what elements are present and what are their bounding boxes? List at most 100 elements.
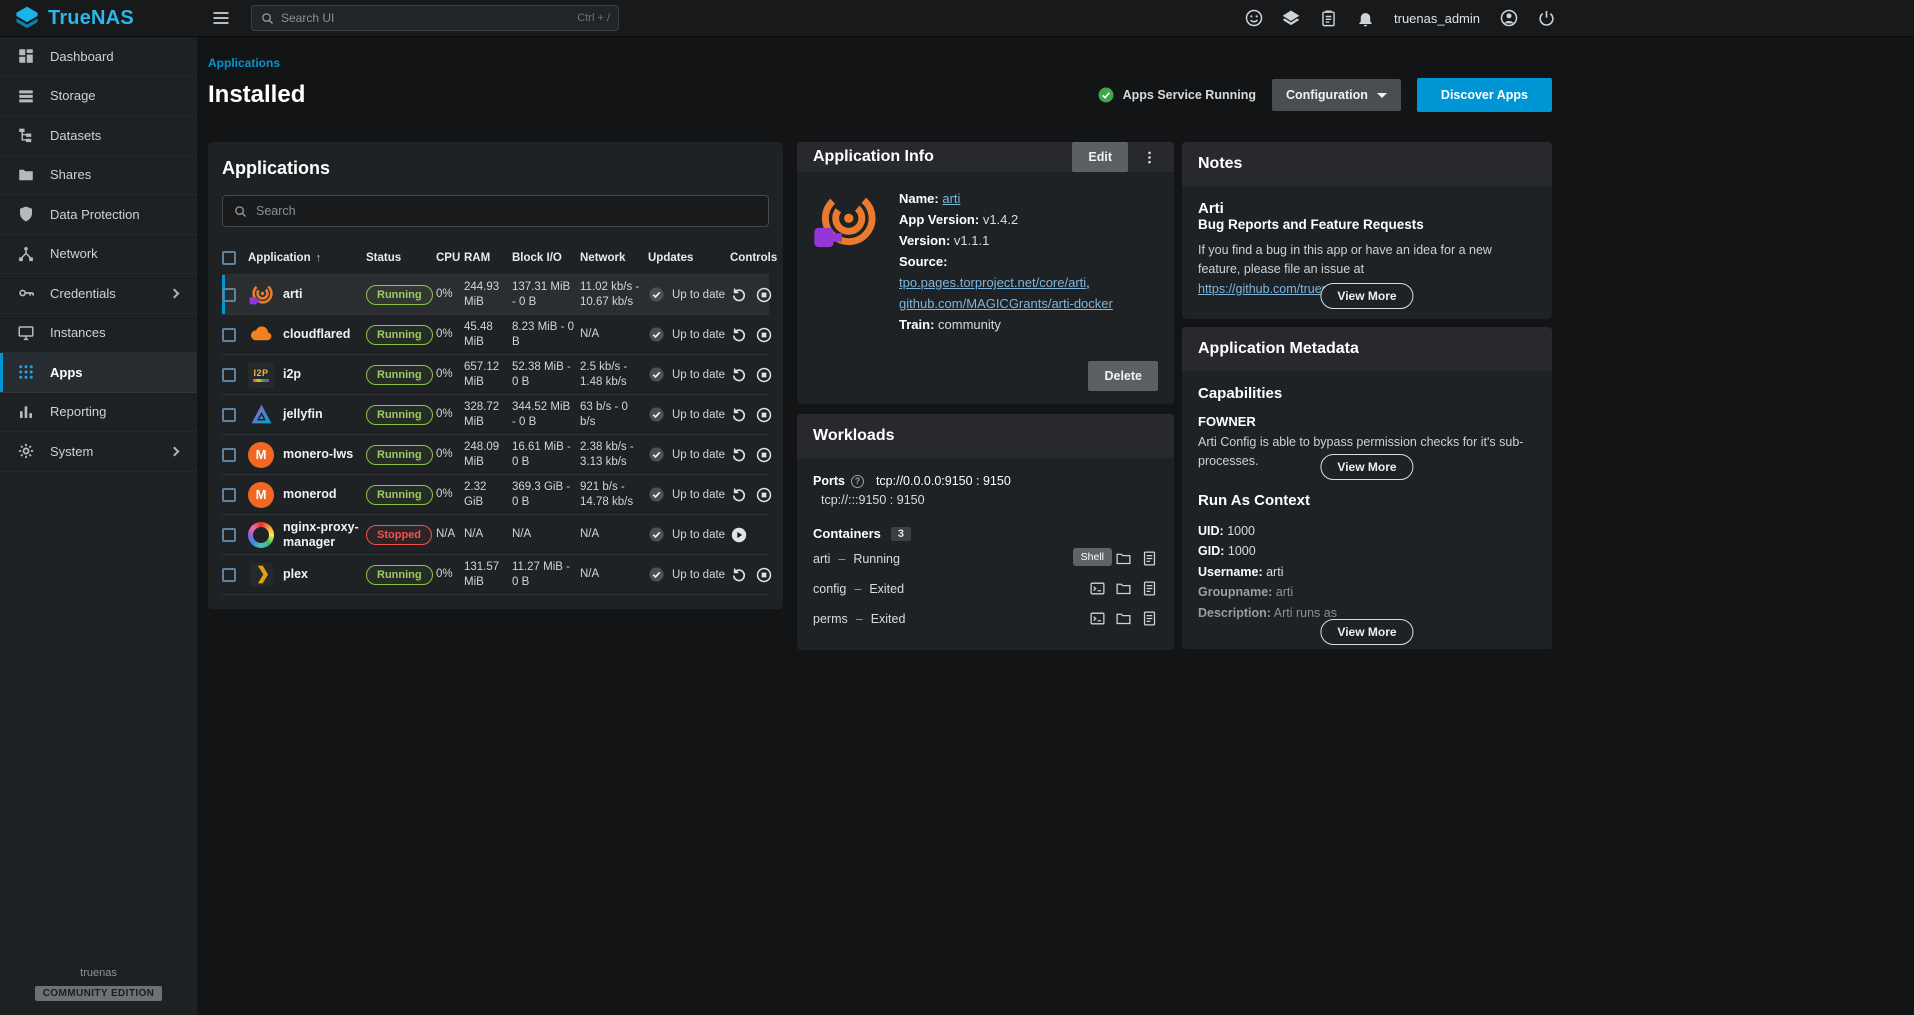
restart-button[interactable] bbox=[730, 486, 748, 504]
ram-value: 328.72 MiB bbox=[464, 400, 512, 429]
applications-card: Applications Application Status CPU RAM … bbox=[208, 142, 783, 609]
restart-button[interactable] bbox=[730, 366, 748, 384]
help-icon[interactable] bbox=[851, 475, 864, 488]
stop-button[interactable] bbox=[755, 286, 773, 304]
checklist-icon[interactable] bbox=[1318, 8, 1338, 28]
gear-icon bbox=[16, 441, 36, 461]
row-checkbox[interactable] bbox=[222, 528, 236, 542]
notifications-bell-icon[interactable] bbox=[1355, 8, 1375, 28]
cpu-value: N/A bbox=[436, 527, 464, 541]
container-volumes-icon[interactable] bbox=[1115, 580, 1132, 597]
container-logs-icon[interactable] bbox=[1141, 610, 1158, 627]
container-logs-icon[interactable] bbox=[1141, 550, 1158, 567]
version-value: v1.1.1 bbox=[954, 233, 989, 248]
network-hub-icon bbox=[16, 244, 36, 264]
apps-search-input[interactable] bbox=[256, 204, 758, 218]
sidebar-item-apps[interactable]: Apps bbox=[0, 353, 197, 393]
app-row-nginx-proxy-manager[interactable]: nginx-proxy-manager Stopped N/A N/A N/A … bbox=[222, 515, 769, 555]
edit-button[interactable]: Edit bbox=[1072, 142, 1128, 172]
notes-card: Notes Arti Bug Reports and Feature Reque… bbox=[1182, 142, 1552, 319]
power-icon[interactable] bbox=[1536, 8, 1556, 28]
discover-apps-button[interactable]: Discover Apps bbox=[1417, 78, 1552, 112]
cpu-value: 0% bbox=[436, 407, 464, 421]
app-name: jellyfin bbox=[283, 407, 327, 421]
container-logs-icon[interactable] bbox=[1141, 580, 1158, 597]
breadcrumb-applications[interactable]: Applications bbox=[208, 56, 280, 70]
restart-button[interactable] bbox=[730, 406, 748, 424]
delete-button[interactable]: Delete bbox=[1088, 361, 1158, 391]
stop-button[interactable] bbox=[755, 326, 773, 344]
application-metadata-card: Application Metadata Capabilities FOWNER… bbox=[1182, 327, 1552, 649]
stop-button[interactable] bbox=[755, 366, 773, 384]
search-shortcut-hint: Ctrl + / bbox=[577, 12, 610, 24]
row-checkbox[interactable] bbox=[222, 368, 236, 382]
sidebar-item-instances[interactable]: Instances bbox=[0, 314, 197, 354]
app-row-plex[interactable]: plex Running 0% 131.57 MiB 11.27 MiB - 0… bbox=[222, 555, 769, 595]
sidebar-item-storage[interactable]: Storage bbox=[0, 77, 197, 117]
configuration-button[interactable]: Configuration bbox=[1272, 79, 1401, 111]
sidebar-item-data-protection[interactable]: Data Protection bbox=[0, 195, 197, 235]
sidebar-label: Credentials bbox=[50, 286, 116, 301]
row-checkbox[interactable] bbox=[222, 448, 236, 462]
capabilities-view-more-button[interactable]: View More bbox=[1320, 454, 1413, 480]
stop-button[interactable] bbox=[755, 406, 773, 424]
sidebar-item-reporting[interactable]: Reporting bbox=[0, 393, 197, 433]
app-row-monero-lws[interactable]: monero-lws Running 0% 248.09 MiB 16.61 M… bbox=[222, 435, 769, 475]
updates-label: Up to date bbox=[672, 369, 725, 381]
user-avatar-icon[interactable] bbox=[1499, 8, 1519, 28]
row-checkbox[interactable] bbox=[222, 328, 236, 342]
app-name-link[interactable]: arti bbox=[942, 191, 960, 206]
column-controls: Controls bbox=[730, 252, 777, 264]
sidebar-item-dashboard[interactable]: Dashboard bbox=[0, 37, 197, 77]
source-link-github[interactable]: github.com/MAGICGrants/arti-docker bbox=[899, 296, 1113, 311]
row-checkbox[interactable] bbox=[222, 568, 236, 582]
app-row-jellyfin[interactable]: jellyfin Running 0% 328.72 MiB 344.52 Mi… bbox=[222, 395, 769, 435]
restart-button[interactable] bbox=[730, 286, 748, 304]
up-to-date-icon bbox=[648, 486, 665, 503]
container-volumes-icon[interactable] bbox=[1115, 550, 1132, 567]
stop-button[interactable] bbox=[755, 566, 773, 584]
global-search[interactable]: Ctrl + / bbox=[251, 5, 619, 31]
app-name: monerod bbox=[283, 487, 340, 501]
app-row-i2p[interactable]: i2p Running 0% 657.12 MiB 52.38 MiB - 0 … bbox=[222, 355, 769, 395]
menu-toggle-icon[interactable] bbox=[211, 8, 231, 28]
global-search-input[interactable] bbox=[281, 11, 571, 25]
container-name: perms bbox=[813, 612, 848, 626]
jobs-stack-icon[interactable] bbox=[1281, 8, 1301, 28]
select-all-checkbox[interactable] bbox=[222, 251, 236, 265]
container-status: Running bbox=[853, 552, 900, 566]
row-checkbox[interactable] bbox=[222, 288, 236, 302]
source-link-torproject[interactable]: tpo.pages.torproject.net/core/arti bbox=[899, 275, 1086, 290]
notes-view-more-button[interactable]: View More bbox=[1320, 283, 1413, 309]
sidebar-item-network[interactable]: Network bbox=[0, 235, 197, 275]
restart-button[interactable] bbox=[730, 566, 748, 584]
sidebar-item-datasets[interactable]: Datasets bbox=[0, 116, 197, 156]
metadata-view-more-button[interactable]: View More bbox=[1320, 619, 1413, 645]
app-row-arti[interactable]: arti Running 0% 244.93 MiB 137.31 MiB - … bbox=[222, 275, 769, 315]
sidebar-item-credentials[interactable]: Credentials bbox=[0, 274, 197, 314]
feedback-icon[interactable] bbox=[1244, 8, 1264, 28]
restart-button[interactable] bbox=[730, 446, 748, 464]
app-row-monerod[interactable]: monerod Running 0% 2.32 GiB 369.3 GiB - … bbox=[222, 475, 769, 515]
sidebar-item-shares[interactable]: Shares bbox=[0, 156, 197, 196]
sidebar-label: Reporting bbox=[50, 404, 106, 419]
sidebar-item-system[interactable]: System bbox=[0, 432, 197, 472]
sidebar-label: Data Protection bbox=[50, 207, 140, 222]
stop-button[interactable] bbox=[755, 446, 773, 464]
row-checkbox[interactable] bbox=[222, 488, 236, 502]
truenas-logo[interactable]: TrueNAS bbox=[0, 5, 197, 31]
app-row-cloudflared[interactable]: cloudflared Running 0% 45.48 MiB 8.23 Mi… bbox=[222, 315, 769, 355]
hostname-label: truenas bbox=[0, 967, 197, 979]
port-value: tcp://0.0.0.0:9150 : 9150 bbox=[876, 472, 1011, 491]
stop-button[interactable] bbox=[755, 486, 773, 504]
container-volumes-icon[interactable] bbox=[1115, 610, 1132, 627]
container-shell-icon[interactable] bbox=[1089, 580, 1106, 597]
container-shell-icon[interactable] bbox=[1089, 610, 1106, 627]
column-application[interactable]: Application bbox=[248, 252, 366, 264]
row-checkbox[interactable] bbox=[222, 408, 236, 422]
ram-value: 244.93 MiB bbox=[464, 280, 512, 309]
kebab-menu-icon[interactable] bbox=[1140, 146, 1158, 168]
apps-search[interactable] bbox=[222, 195, 769, 227]
start-button[interactable] bbox=[730, 526, 748, 544]
restart-button[interactable] bbox=[730, 326, 748, 344]
